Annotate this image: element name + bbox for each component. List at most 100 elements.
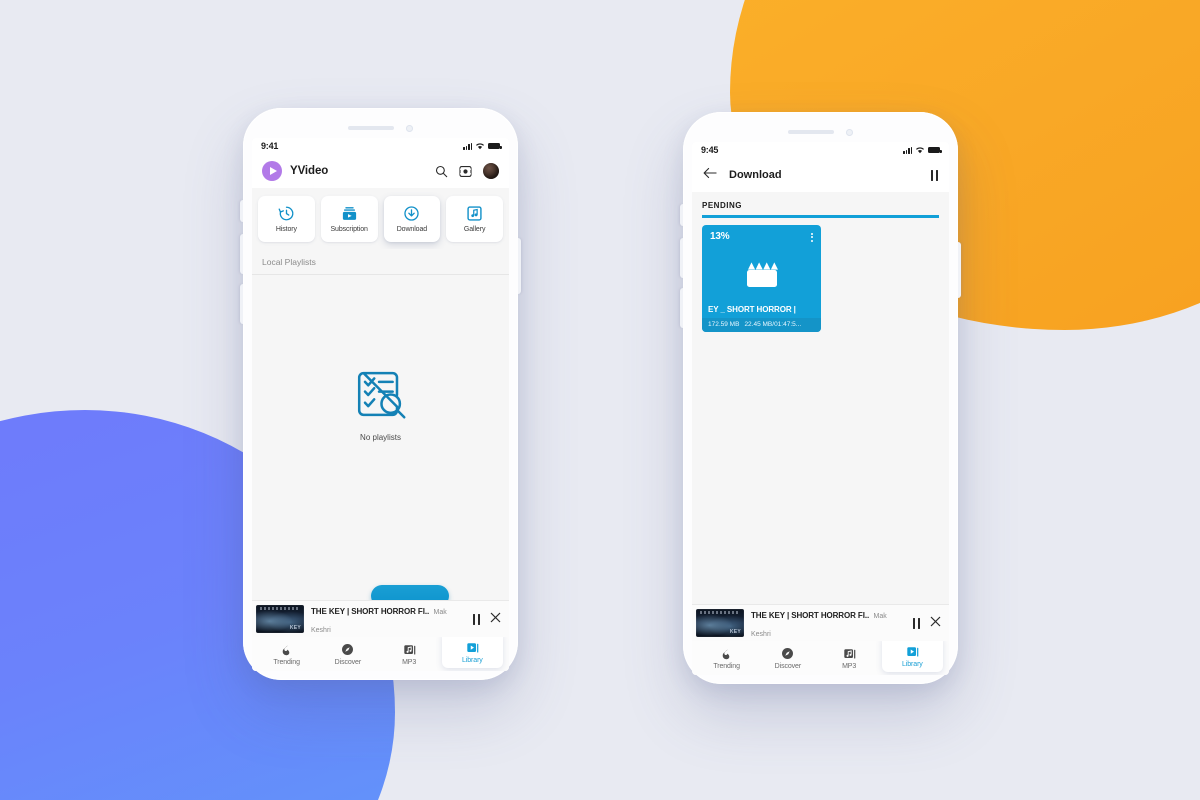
download-arrow-icon bbox=[404, 206, 420, 221]
pause-icon[interactable] bbox=[912, 617, 920, 629]
close-icon[interactable] bbox=[490, 610, 501, 628]
power-button[interactable] bbox=[958, 242, 961, 298]
download-list: 13% EY _ SHORT HORROR | 172.59 MB 22.45 … bbox=[692, 217, 949, 468]
volume-up-button[interactable] bbox=[680, 238, 683, 278]
mini-player[interactable]: KEY THE KEY | SHORT HORROR FI.. Mak Kesh… bbox=[252, 600, 509, 637]
nav-label: Library bbox=[462, 657, 483, 664]
download-percent: 13% bbox=[710, 230, 730, 242]
mini-player-title: THE KEY | SHORT HORROR FI.. bbox=[751, 611, 870, 620]
arrow-back-icon[interactable] bbox=[703, 166, 717, 184]
section-label-local-playlists: Local Playlists bbox=[252, 249, 509, 274]
nav-item-trending[interactable]: Trending bbox=[696, 641, 757, 675]
music-library-icon bbox=[403, 644, 415, 655]
tile-history[interactable]: History bbox=[258, 196, 315, 242]
nav-item-mp3[interactable]: MP3 bbox=[819, 641, 880, 675]
close-icon[interactable] bbox=[930, 614, 941, 632]
nav-item-discover[interactable]: Discover bbox=[757, 641, 818, 675]
wifi-icon bbox=[476, 143, 484, 150]
download-card-header: 13% bbox=[702, 225, 821, 244]
flame-icon bbox=[722, 647, 730, 659]
page-title: Download bbox=[729, 169, 782, 181]
nav-item-trending[interactable]: Trending bbox=[256, 637, 317, 671]
volume-down-button[interactable] bbox=[680, 288, 683, 328]
tile-label: Download bbox=[396, 226, 428, 233]
nav-item-discover[interactable]: Discover bbox=[317, 637, 378, 671]
nav-label: Discover bbox=[774, 662, 802, 670]
download-total-size: 172.59 MB bbox=[708, 320, 740, 328]
phone-bezel-top-right bbox=[683, 124, 958, 140]
empty-state-playlists: No playlists bbox=[252, 275, 509, 600]
mini-player-controls bbox=[912, 614, 942, 632]
music-note-square-icon bbox=[467, 206, 482, 221]
status-bar: 9:45 bbox=[692, 142, 949, 158]
mini-player-thumbnail: KEY bbox=[696, 609, 744, 637]
music-library-icon bbox=[843, 648, 855, 659]
play-logo-icon bbox=[262, 161, 282, 181]
screenshot-stage: 9:41 YVideo History Subscription Downloa… bbox=[0, 0, 1200, 800]
nav-label: Discover bbox=[334, 658, 362, 666]
download-app-bar: Download bbox=[692, 158, 949, 192]
front-camera-icon bbox=[406, 124, 413, 132]
nav-label: MP3 bbox=[842, 662, 857, 670]
power-button[interactable] bbox=[518, 238, 521, 294]
bottom-nav: Trending Discover MP3 Library bbox=[692, 635, 949, 675]
compass-icon bbox=[342, 643, 354, 655]
pause-all-icon[interactable] bbox=[930, 169, 938, 181]
status-icon-group bbox=[903, 146, 942, 154]
cast-icon[interactable] bbox=[459, 165, 472, 178]
video-library-icon bbox=[467, 643, 479, 653]
search-icon[interactable] bbox=[435, 165, 448, 178]
mini-player[interactable]: KEY THE KEY | SHORT HORROR FI.. Mak Kesh… bbox=[692, 604, 949, 641]
tile-label: Subscription bbox=[330, 226, 368, 233]
nav-label: Trending bbox=[713, 662, 740, 670]
volume-up-button[interactable] bbox=[240, 234, 243, 274]
download-list-empty-space bbox=[692, 467, 949, 604]
video-library-icon bbox=[907, 647, 919, 657]
nav-item-mp3[interactable]: MP3 bbox=[379, 637, 440, 671]
mini-player-meta: THE KEY | SHORT HORROR FI.. Mak Keshri bbox=[751, 605, 906, 641]
cellular-bars-icon bbox=[463, 142, 472, 150]
download-card-footer: 172.59 MB 22.45 MB/01:47:5... bbox=[702, 317, 821, 332]
bottom-nav: Trending Discover MP3 Library bbox=[252, 631, 509, 671]
status-time: 9:45 bbox=[701, 145, 719, 155]
nav-label: Library bbox=[902, 661, 923, 668]
app-title: YVideo bbox=[290, 165, 329, 177]
download-card[interactable]: 13% EY _ SHORT HORROR | 172.59 MB 22.45 … bbox=[702, 224, 821, 332]
app-bar-actions bbox=[435, 163, 499, 179]
volume-down-button[interactable] bbox=[240, 284, 243, 324]
phone-bezel-top-left bbox=[243, 120, 518, 136]
status-bar: 9:41 bbox=[252, 138, 509, 154]
earpiece-speaker-icon bbox=[788, 130, 834, 134]
section-header-pending: PENDING bbox=[692, 192, 949, 215]
tile-gallery[interactable]: Gallery bbox=[446, 196, 503, 242]
pause-icon[interactable] bbox=[472, 613, 480, 625]
mini-player-controls bbox=[472, 610, 502, 628]
tile-label: History bbox=[275, 226, 297, 233]
clapperboard-icon bbox=[746, 262, 778, 287]
avatar[interactable] bbox=[483, 163, 499, 179]
front-camera-icon bbox=[846, 128, 853, 136]
checklist-search-icon bbox=[357, 371, 406, 419]
status-time: 9:41 bbox=[261, 141, 279, 151]
phone-screen-left: 9:41 YVideo History Subscription Downloa… bbox=[252, 138, 509, 671]
mute-switch-button[interactable] bbox=[240, 200, 243, 222]
subscription-box-icon bbox=[342, 207, 356, 220]
phone-device-right: 9:45 Download PENDING 13% EY _ SHORT HOR… bbox=[680, 112, 961, 684]
mini-player-thumbnail-label: KEY bbox=[729, 629, 741, 635]
wifi-icon bbox=[916, 147, 924, 154]
empty-state-text: No playlists bbox=[360, 433, 401, 442]
mute-switch-button[interactable] bbox=[680, 204, 683, 226]
nav-label: MP3 bbox=[402, 658, 417, 666]
phone-device-left: 9:41 YVideo History Subscription Downloa… bbox=[240, 108, 521, 680]
battery-icon bbox=[488, 143, 502, 149]
tile-label: Gallery bbox=[463, 226, 486, 233]
history-clock-icon bbox=[278, 206, 294, 221]
kebab-menu-icon[interactable] bbox=[809, 231, 815, 244]
mini-player-thumbnail: KEY bbox=[256, 605, 304, 633]
flame-icon bbox=[282, 643, 290, 655]
tile-subscription[interactable]: Subscription bbox=[320, 196, 378, 242]
tile-download[interactable]: Download bbox=[383, 196, 441, 242]
status-icon-group bbox=[463, 142, 502, 150]
mini-player-thumbnail-label: KEY bbox=[289, 625, 301, 631]
mini-player-title: THE KEY | SHORT HORROR FI.. bbox=[311, 607, 430, 616]
